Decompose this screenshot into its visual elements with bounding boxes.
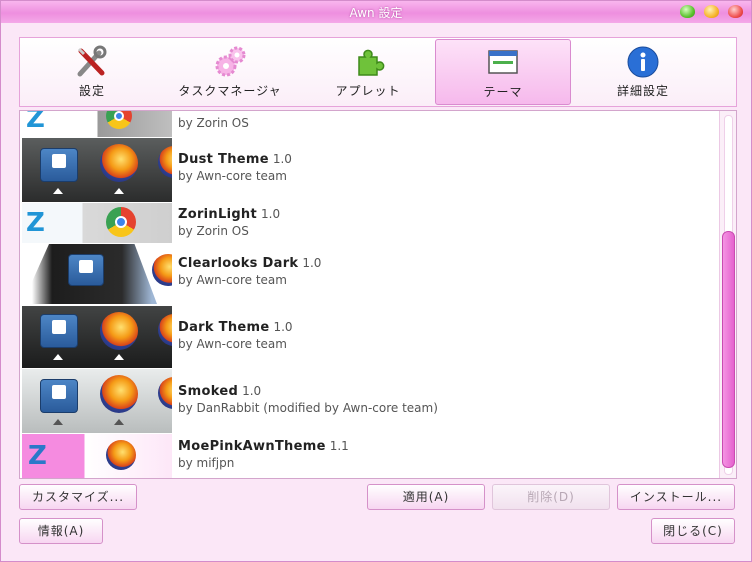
app-icon (40, 148, 78, 182)
firefox-icon (106, 440, 136, 470)
tab-label: テーマ (483, 85, 523, 99)
theme-row[interactable]: Smoked 1.0 by DanRabbit (modified by Awn-… (20, 369, 720, 433)
theme-name: Clearlooks Dark (178, 256, 299, 271)
theme-name: ZorinLight (178, 207, 257, 222)
firefox-icon (100, 144, 138, 182)
firefox-icon (100, 375, 138, 413)
vertical-scrollbar[interactable] (719, 111, 736, 478)
theme-author: by Zorin OS (178, 116, 249, 130)
window-title: Awn 設定 (349, 6, 403, 20)
app-icon (40, 314, 78, 348)
theme-preview: Z (22, 203, 172, 243)
theme-row[interactable]: Dark Theme 1.0 by Awn-core team (20, 306, 720, 368)
zorin-icon: Z (26, 208, 45, 238)
title-bar[interactable]: Awn 設定 (1, 1, 751, 23)
theme-version: 1.1 (329, 439, 349, 453)
firefox-icon (100, 312, 138, 350)
close-button[interactable]: 閉じる(C) (651, 518, 735, 544)
app-icon (40, 379, 78, 413)
info-icon (626, 45, 660, 79)
theme-preview (22, 306, 172, 368)
wrench-screwdriver-icon (75, 45, 109, 79)
customize-button[interactable]: カスタマイズ... (19, 484, 137, 510)
apply-button[interactable]: 適用(A) (367, 484, 485, 510)
theme-author: by mifjpn (178, 456, 235, 470)
theme-version: 1.0 (273, 320, 293, 334)
gears-icon (213, 45, 247, 79)
about-button[interactable]: 情報(A) (19, 518, 103, 544)
theme-author: by DanRabbit (modified by Awn-core team) (178, 401, 438, 415)
theme-row[interactable]: Clearlooks Dark 1.0 by Awn-core team (20, 244, 720, 304)
theme-list[interactable]: Z by Zorin OS Dust Theme 1.0 by Awn-core … (19, 110, 737, 479)
install-button[interactable]: インストール... (617, 484, 735, 510)
theme-version: 1.0 (272, 152, 292, 166)
scroll-thumb[interactable] (722, 231, 735, 468)
tab-label: タスクマネージャ (178, 84, 282, 98)
theme-author: by Awn-core team (178, 169, 287, 183)
tab-themes[interactable]: テーマ (435, 39, 571, 105)
delete-button[interactable]: 削除(D) (492, 484, 610, 510)
theme-name: Smoked (178, 384, 239, 399)
zorin-icon: Z (28, 441, 47, 471)
tab-label: 詳細設定 (616, 84, 669, 98)
close-window-button[interactable] (728, 5, 743, 18)
theme-row[interactable]: Z MoePinkAwnTheme 1.1 by mifjpn (20, 434, 720, 478)
tab-task-manager[interactable]: タスクマネージャ (160, 39, 300, 103)
window-theme-icon (486, 46, 520, 80)
theme-preview (22, 369, 172, 433)
tab-settings[interactable]: 設定 (42, 39, 142, 103)
theme-author: by Awn-core team (178, 273, 287, 287)
tab-applets[interactable]: アプレット (318, 39, 418, 103)
theme-version: 1.0 (242, 384, 262, 398)
tab-advanced-settings[interactable]: 詳細設定 (588, 39, 698, 103)
tab-bar: 設定 タスクマネージャ アプレット テーマ 詳細設定 (19, 37, 737, 107)
chrome-icon (106, 207, 136, 237)
firefox-icon (152, 254, 172, 286)
theme-author: by Zorin OS (178, 224, 249, 238)
theme-row[interactable]: Z ZorinLight 1.0 by Zorin OS (20, 203, 720, 243)
awn-settings-window: Awn 設定 設定 タスクマネージャ アプレット テーマ 詳細設定 Z by Z… (0, 0, 752, 562)
tab-label: アプレット (335, 84, 401, 98)
theme-preview: Z (22, 111, 172, 137)
tab-label: 設定 (78, 84, 105, 98)
minimize-button[interactable] (680, 5, 695, 18)
theme-preview (22, 244, 172, 304)
zorin-icon: Z (26, 111, 45, 134)
theme-version: 1.0 (261, 207, 281, 221)
theme-name: Dust Theme (178, 152, 269, 167)
theme-name: Dark Theme (178, 320, 270, 335)
theme-preview (22, 138, 172, 202)
theme-preview: Z (22, 434, 172, 478)
theme-name: MoePinkAwnTheme (178, 439, 326, 454)
theme-author: by Awn-core team (178, 337, 287, 351)
app-icon (68, 254, 104, 286)
theme-version: 1.0 (302, 256, 322, 270)
puzzle-piece-icon (351, 45, 385, 79)
theme-row[interactable]: Z by Zorin OS (20, 111, 720, 137)
maximize-button[interactable] (704, 5, 719, 18)
theme-row[interactable]: Dust Theme 1.0 by Awn-core team (20, 138, 720, 202)
